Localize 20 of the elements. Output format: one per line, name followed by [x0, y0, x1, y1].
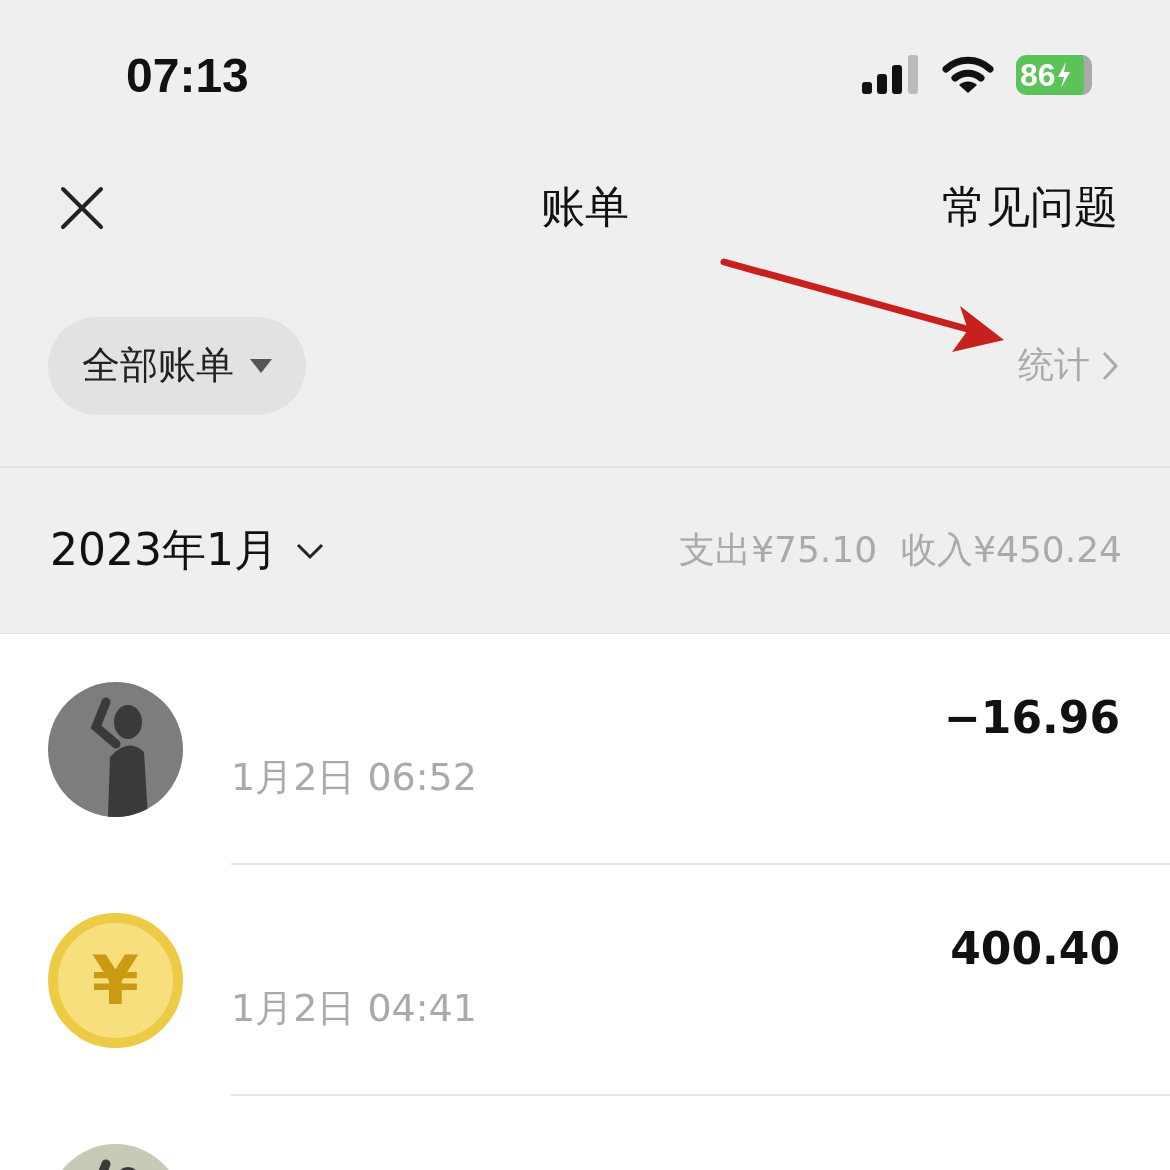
coin-icon: ¥ [48, 913, 183, 1048]
transaction-amount: 400.40 [950, 922, 1120, 976]
status-time: 07:13 [126, 47, 249, 103]
transaction-time: 1月2日 06:52 [231, 754, 477, 801]
close-icon [60, 185, 104, 230]
chevron-down-icon [296, 541, 324, 560]
bolt-icon [1056, 62, 1071, 88]
income-total: 收入¥450.24 [901, 528, 1122, 572]
faq-link[interactable]: 常见问题 [942, 178, 1118, 237]
transaction-amount: −16.96 [943, 691, 1120, 745]
month-picker[interactable]: 2023年1月 [50, 521, 324, 580]
battery-percent: 86 [1020, 56, 1056, 94]
bill-filter-dropdown[interactable]: 全部账单 [48, 316, 306, 415]
dropdown-caret-icon [250, 358, 272, 373]
chevron-right-icon [1102, 350, 1118, 381]
page-title: 账单 [541, 180, 629, 234]
wifi-icon [942, 56, 994, 94]
signal-icon [862, 55, 920, 95]
transaction-time: 1月2日 04:41 [231, 985, 477, 1032]
expense-total: 支出¥75.10 [679, 528, 878, 572]
